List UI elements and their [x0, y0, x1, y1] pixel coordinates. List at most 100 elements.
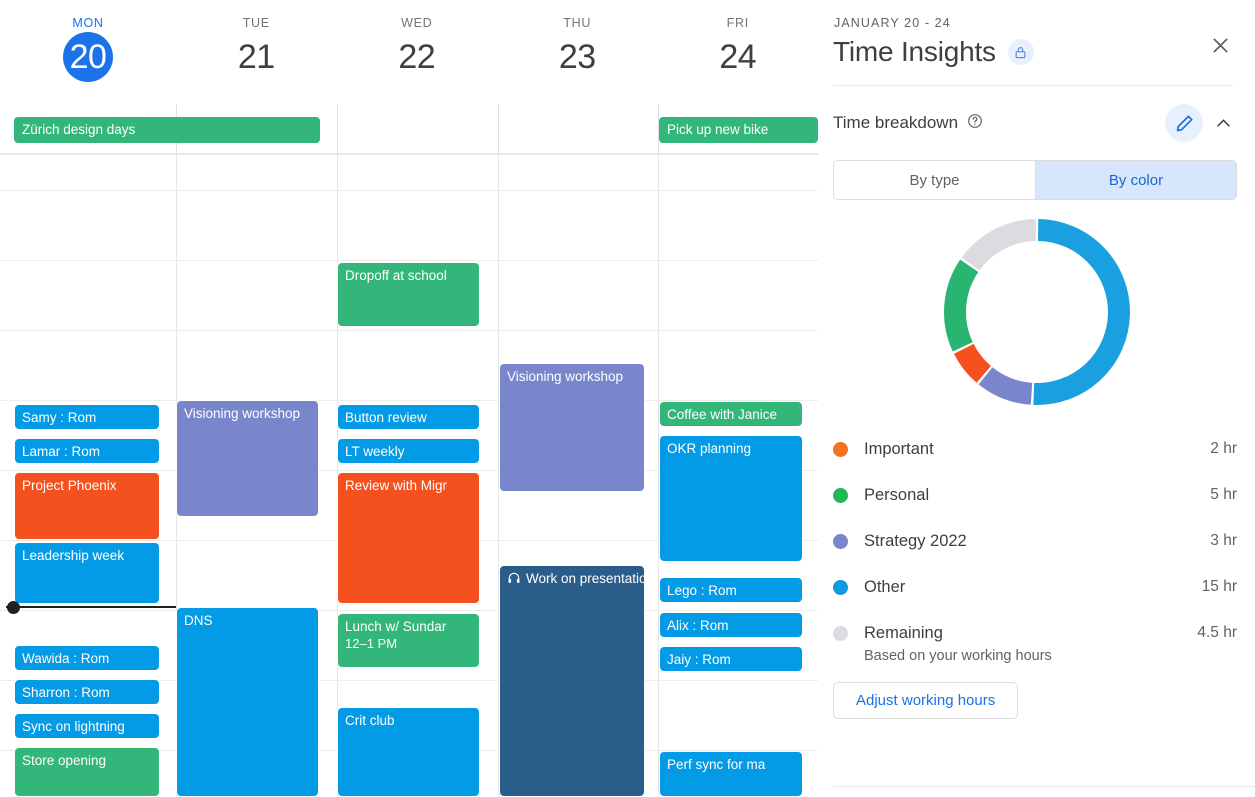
panel-header: JANUARY 20 - 24 Time Insights: [819, 0, 1255, 86]
event-title: Wawida : Rom: [22, 651, 110, 666]
day-column-header-thu[interactable]: THU 23: [497, 0, 658, 104]
panel-divider: [833, 85, 1233, 86]
calendar-event[interactable]: Work on presentation: [499, 565, 645, 797]
calendar-event[interactable]: Button review: [337, 404, 480, 430]
calendar-event[interactable]: Lego : Rom: [659, 577, 803, 603]
legend-value: 3 hr: [1210, 532, 1237, 549]
donut-segment-important[interactable]: [953, 343, 992, 383]
legend-value: 4.5 hr: [1197, 624, 1237, 641]
day-column-header-wed[interactable]: WED 22: [337, 0, 498, 104]
day-column-header-fri[interactable]: FRI 24: [658, 0, 819, 104]
time-breakdown-header: Time breakdown: [819, 86, 1255, 142]
headphones-icon: [507, 571, 521, 589]
day-of-week-label: MON: [72, 16, 104, 30]
event-title: DNS: [184, 613, 213, 628]
event-title: Samy : Rom: [22, 410, 97, 425]
event-title: OKR planning: [667, 441, 752, 456]
calendar-event[interactable]: OKR planning: [659, 435, 803, 562]
event-title: Lamar : Rom: [22, 444, 101, 459]
calendar-event[interactable]: Lunch w/ Sundar 12–1 PM: [337, 613, 480, 668]
legend-color-dot: [833, 625, 848, 641]
calendar-event[interactable]: Dropoff at school: [337, 262, 480, 327]
calendar-event[interactable]: Leadership week: [14, 542, 160, 604]
calendar-event[interactable]: Wawida : Rom: [14, 645, 160, 671]
legend-label: Other: [864, 577, 906, 596]
calendar-event[interactable]: Review with Migr: [337, 472, 480, 604]
calendar-event[interactable]: Crit club: [337, 707, 480, 797]
day-number[interactable]: 24: [719, 34, 756, 80]
donut-segment-remaining[interactable]: [961, 219, 1037, 271]
calendar-event[interactable]: Store opening: [14, 747, 160, 797]
event-title: Work on presentation: [526, 571, 645, 586]
panel-title-row: Time Insights: [833, 36, 1233, 68]
event-title: Sync on lightning: [22, 719, 125, 734]
pencil-icon[interactable]: [1165, 104, 1203, 142]
donut-segment-other[interactable]: [1033, 219, 1130, 405]
donut-segment-personal[interactable]: [944, 259, 979, 352]
legend-color-dot: [833, 579, 848, 595]
calendar-event[interactable]: Samy : Rom: [14, 404, 160, 430]
legend-color-dot: [833, 441, 848, 457]
donut-svg: [944, 219, 1130, 405]
legend-row[interactable]: Other 15 hr: [833, 564, 1237, 610]
chevron-up-icon[interactable]: [1209, 109, 1237, 137]
day-number[interactable]: 22: [398, 34, 435, 80]
legend-row[interactable]: Important 2 hr: [833, 426, 1237, 472]
section-title: Time breakdown: [833, 113, 959, 132]
help-circle-icon[interactable]: [967, 113, 983, 134]
event-title: Lunch w/ Sundar: [345, 619, 447, 634]
all-day-band: Zürich design days Pick up new bike: [0, 104, 818, 155]
hour-line: [0, 190, 818, 191]
day-column-header-mon[interactable]: MON 20: [0, 0, 176, 104]
day-number[interactable]: 20: [63, 32, 113, 82]
time-grid: Samy : Rom Lamar : Rom Project Phoenix Lead…: [0, 155, 818, 797]
event-title: Jaiy : Rom: [667, 652, 731, 667]
day-of-week-label: FRI: [726, 16, 749, 30]
time-insights-panel: JANUARY 20 - 24 Time Insights Time break…: [818, 0, 1255, 797]
calendar-event[interactable]: Alix : Rom: [659, 612, 803, 638]
close-icon[interactable]: [1203, 28, 1237, 62]
event-title: Visioning workshop: [507, 369, 624, 384]
calendar-event[interactable]: DNS: [176, 607, 319, 797]
calendar-event[interactable]: Visioning workshop: [176, 400, 319, 517]
legend-label: Important: [864, 439, 934, 458]
day-of-week-label: THU: [563, 16, 592, 30]
event-title: Alix : Rom: [667, 618, 729, 633]
tab-by-type[interactable]: By type: [834, 161, 1035, 199]
calendar-event[interactable]: Sync on lightning: [14, 713, 160, 739]
all-day-event-chip[interactable]: Pick up new bike: [659, 117, 818, 143]
legend: Important 2 hr Personal 5 hr Strategy 2022 3 …: [833, 426, 1237, 664]
calendar-event[interactable]: Sharron : Rom: [14, 679, 160, 705]
calendar-event[interactable]: Coffee with Janice: [659, 401, 803, 427]
event-title: Coffee with Janice: [667, 407, 778, 422]
event-time: 12–1 PM: [345, 636, 398, 651]
column-divider: [498, 104, 499, 153]
event-title: Store opening: [22, 753, 107, 768]
day-number[interactable]: 23: [559, 34, 596, 80]
legend-label: Remaining: [864, 623, 943, 642]
legend-label: Strategy 2022: [864, 531, 967, 550]
calendar-event[interactable]: LT weekly: [337, 438, 480, 464]
tab-by-color[interactable]: By color: [1035, 161, 1236, 199]
day-number[interactable]: 21: [238, 34, 275, 80]
page-title: Time Insights: [833, 36, 996, 67]
legend-row[interactable]: Strategy 2022 3 hr: [833, 518, 1237, 564]
column-divider: [337, 104, 338, 153]
calendar-event[interactable]: Lamar : Rom: [14, 438, 160, 464]
day-of-week-label: WED: [401, 16, 433, 30]
event-title: Crit club: [345, 713, 395, 728]
calendar-event[interactable]: Project Phoenix: [14, 472, 160, 540]
calendar-event[interactable]: Visioning workshop: [499, 363, 645, 492]
calendar-event[interactable]: Jaiy : Rom: [659, 646, 803, 672]
day-column-header-tue[interactable]: TUE 21: [176, 0, 337, 104]
adjust-working-hours-button[interactable]: Adjust working hours: [833, 682, 1019, 719]
all-day-event-chip[interactable]: Zürich design days: [14, 117, 320, 143]
lock-icon: [1007, 39, 1034, 65]
legend-row[interactable]: Personal 5 hr: [833, 472, 1237, 518]
legend-label: Personal: [864, 485, 930, 504]
breakdown-mode-tabs: By type By color: [833, 160, 1237, 200]
calendar-event[interactable]: Perf sync for ma: [659, 751, 803, 797]
calendar-grid: MON 20 TUE 21 WED 22 THU 23 FRI 24 Zürich design …: [0, 0, 818, 797]
time-breakdown-donut-chart: [819, 206, 1255, 418]
donut-segment-strategy-2022[interactable]: [978, 367, 1033, 405]
